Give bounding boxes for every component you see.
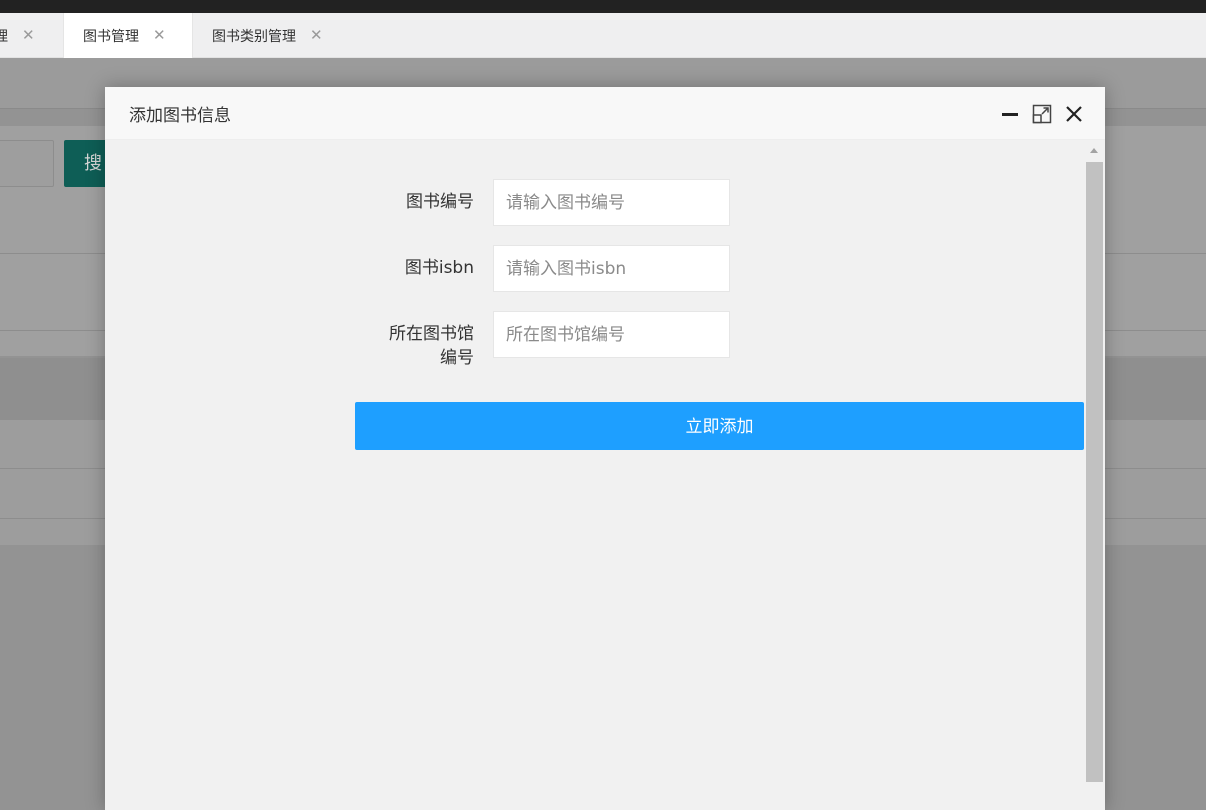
add-book-dialog: 添加图书信息 图书编号 图书isbn 所在图书馆 编号 立即添加 <box>105 87 1105 810</box>
library-number-label: 所在图书馆 编号 <box>344 322 474 370</box>
dialog-header: 添加图书信息 <box>105 87 1105 140</box>
book-number-label: 图书编号 <box>406 192 474 212</box>
tab-book-management[interactable]: 图书管理 ✕ <box>63 13 193 58</box>
tab-book-category-management[interactable]: 图书类别管理 ✕ <box>194 13 344 58</box>
tab-label: 图书类别管理 <box>212 28 296 45</box>
tab-label: 图书管理 <box>83 28 139 45</box>
minimize-icon[interactable] <box>1000 104 1020 124</box>
dialog-title: 添加图书信息 <box>129 106 231 126</box>
close-icon[interactable]: ✕ <box>310 28 323 43</box>
library-number-input[interactable] <box>493 311 730 358</box>
maximize-icon[interactable] <box>1032 104 1052 124</box>
close-icon[interactable]: ✕ <box>153 28 166 43</box>
close-icon[interactable]: ✕ <box>22 28 35 43</box>
book-isbn-label: 图书isbn <box>404 258 474 278</box>
library-number-label-line2: 编号 <box>440 348 474 368</box>
book-number-input[interactable] <box>493 179 730 226</box>
dialog-scrollbar[interactable] <box>1086 146 1103 789</box>
tab-bar: 理 ✕ 图书管理 ✕ 图书类别管理 ✕ <box>0 13 1206 58</box>
library-number-label-line1: 所在图书馆 <box>389 324 474 344</box>
dialog-body: 图书编号 图书isbn 所在图书馆 编号 立即添加 <box>105 140 1105 810</box>
window-top-bar <box>0 0 1206 13</box>
close-icon[interactable] <box>1064 104 1084 124</box>
book-isbn-input[interactable] <box>493 245 730 292</box>
tab-label: 理 <box>0 28 8 45</box>
scroll-thumb[interactable] <box>1086 162 1103 782</box>
background-search-input <box>0 140 54 187</box>
tab-partial[interactable]: 理 ✕ <box>0 13 56 58</box>
add-now-button[interactable]: 立即添加 <box>355 402 1084 450</box>
scroll-up-icon[interactable] <box>1090 148 1098 153</box>
